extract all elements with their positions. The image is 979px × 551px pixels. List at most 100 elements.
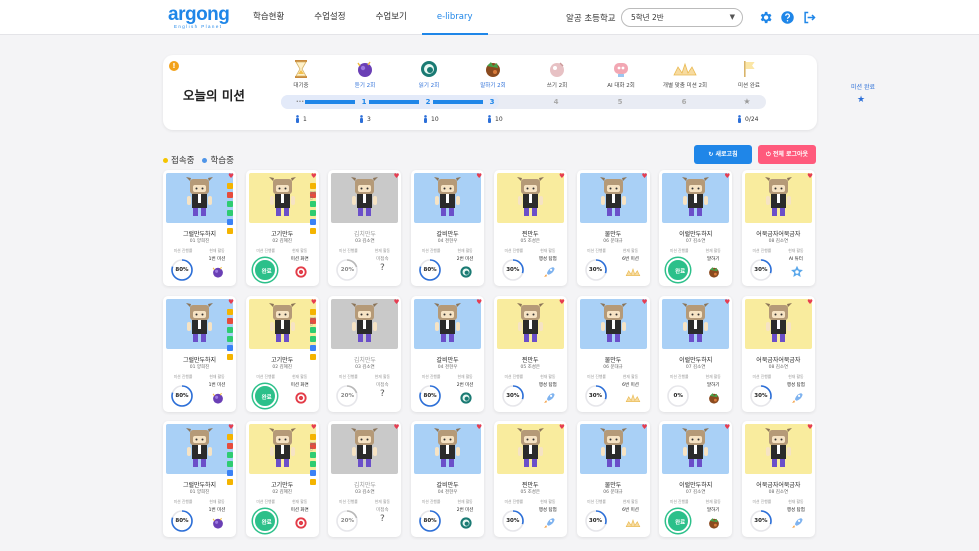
stage-count-value: 1 (303, 115, 307, 123)
student-number-name: 07 김소연 (685, 364, 706, 370)
student-card[interactable]: ♥ 김치만두 03 김소연 미션 진행률 현재 활동 20% 미접속? (328, 170, 402, 286)
student-card[interactable]: ♥ 어묵금자어묵금자 08 김소연 미션 진행률 현재 활동 30% AI 튜터 (741, 170, 815, 286)
reading-planet-icon (459, 390, 473, 404)
current-activity: 행성 탐험 (538, 257, 557, 262)
current-activity-label: 현재 활동 (374, 499, 390, 504)
student-nickname: 고기만두 (271, 231, 294, 238)
class-select[interactable]: 5학년 2반 ▼ (621, 8, 743, 27)
heart-icon[interactable]: ♥ (311, 173, 317, 180)
nav-class-view[interactable]: 수업보기 (361, 0, 422, 35)
heart-icon[interactable]: ♥ (394, 424, 400, 431)
progress-percent: 20% (340, 267, 354, 273)
heart-icon[interactable]: ♥ (394, 173, 400, 180)
heart-icon[interactable]: ♥ (724, 298, 730, 305)
student-character-icon (764, 177, 792, 216)
student-card[interactable]: ♥ 어묵금자어묵금자 08 김소연 미션 진행률 현재 활동 30% 행성 탐험 (741, 295, 815, 412)
student-card[interactable]: ♥ 물만두 06 문대규 미션 진행률 현재 활동 30% 6번 미션 (576, 295, 650, 412)
student-character-icon (599, 177, 627, 216)
student-card[interactable]: ♥ 우리반 고기만두 02 김혜진 미션 진행률 현재 활동 완료 미션 화면 (245, 295, 319, 412)
current-activity-label: 현재 활동 (622, 499, 639, 504)
status-legend: 접속중 학습중 (163, 154, 242, 166)
heart-icon[interactable]: ♥ (807, 298, 813, 305)
heart-icon[interactable]: ♥ (228, 173, 234, 180)
current-activity: 행성 탐험 (786, 508, 805, 513)
student-card[interactable]: ♥ 김치만두 03 김소연 미션 진행률 현재 활동 20% 미접속? (328, 421, 402, 537)
mission-complete-badge: 완료 (261, 269, 272, 275)
student-card[interactable]: ♥ 이럴만두하지 07 김소연 미션 진행률 현재 활동 완료 말하기 (659, 421, 733, 537)
refresh-button[interactable]: ↻ 새로고침 (694, 145, 752, 164)
student-card[interactable]: ♥ 물만두 06 문대규 미션 진행률 현재 활동 30% 6번 미션 (576, 421, 650, 537)
progress-label: 미션 진행률 (339, 499, 358, 504)
heart-icon[interactable]: ♥ (476, 298, 482, 305)
heart-icon[interactable]: ♥ (559, 298, 565, 305)
heart-icon[interactable]: ♥ (724, 173, 730, 180)
heart-icon[interactable]: ♥ (807, 173, 813, 180)
current-activity-label: 현재 활동 (705, 373, 721, 379)
heart-icon[interactable]: ♥ (476, 173, 482, 180)
student-card[interactable]: ♥ 물만두 06 문대규 미션 진행률 현재 활동 30% 6번 미션 (576, 170, 650, 286)
heart-icon[interactable]: ♥ (228, 424, 234, 431)
current-activity-label: 현재 활동 (374, 373, 390, 379)
heart-icon[interactable]: ♥ (642, 298, 648, 305)
current-activity: 6번 미션 (622, 508, 639, 513)
stage-label: AI 대화 2회 (607, 83, 635, 89)
legend-studying: 학습중 (202, 154, 234, 166)
nav-e-library[interactable]: e-library (421, 0, 488, 35)
student-card[interactable]: ♥ 그럴만두하지 01 양희진 미션 진행률 현재 활동 80% 1번 미션 (163, 295, 236, 412)
current-activity-label: 현재 활동 (540, 499, 556, 504)
heart-icon[interactable]: ♥ (476, 424, 482, 431)
student-card[interactable]: ♥ 어묵금자어묵금자 08 김소연 미션 진행률 현재 활동 30% 행성 탐험 (741, 421, 815, 537)
current-activity-label: 현재 활동 (622, 248, 639, 253)
student-card[interactable]: ♥ 갈비만두 04 천현우 미션 진행률 현재 활동 80% 2번 미션 (411, 295, 485, 412)
student-card[interactable]: ♥ 갈비만두 04 천현우 미션 진행률 현재 활동 80% 2번 미션 (411, 421, 485, 537)
student-card[interactable]: ♥ 이럴만두하지 07 김소연 미션 진행률 현재 활동 완료 말하기 (659, 170, 733, 286)
heart-icon[interactable]: ♥ (228, 298, 234, 305)
student-avatar (662, 298, 730, 349)
badge-icon (227, 470, 233, 476)
heart-icon[interactable]: ♥ (394, 298, 400, 305)
current-activity: 미접속 (376, 257, 389, 262)
logout-all-button[interactable]: ⏻ 전체 로그아웃 (758, 145, 816, 164)
stage-label: 듣기 2회 (354, 83, 376, 89)
student-card[interactable]: ♥ 우리반 고기만두 02 김혜진 미션 진행률 현재 활동 완료 미션 화면 (245, 170, 319, 286)
heart-icon[interactable]: ♥ (311, 424, 317, 431)
student-card[interactable]: ♥ 찐만두 05 조성은 미션 진행률 현재 활동 30% 행성 탐험 (493, 421, 567, 537)
help-icon[interactable] (780, 10, 795, 25)
progress-segment (433, 100, 483, 104)
current-activity-label: 현재 활동 (209, 248, 225, 253)
current-activity: 말하기 (706, 382, 720, 388)
argong-logo[interactable]: argong English Planet (168, 5, 230, 29)
student-card[interactable]: ♥ 이럴만두하지 07 김소연 미션 진행률 현재 활동 0% 말하기 (659, 295, 733, 412)
heart-icon[interactable]: ♥ (642, 173, 648, 180)
ranking-label: 우리반 (309, 191, 317, 200)
gear-icon[interactable] (758, 10, 773, 25)
heart-icon[interactable]: ♥ (724, 424, 730, 431)
nav-learning-status[interactable]: 학습현황 (238, 0, 299, 35)
heart-icon[interactable]: ♥ (559, 173, 565, 180)
logout-icon[interactable] (802, 10, 817, 25)
stage-complete: 미션 완료 (719, 59, 779, 89)
nav-class-settings[interactable]: 수업설정 (299, 0, 360, 35)
stage-count: 3 (359, 115, 371, 123)
heart-icon[interactable]: ♥ (559, 424, 565, 431)
mission-complete-star-icon[interactable]: ★ (857, 95, 865, 105)
heart-icon[interactable]: ♥ (807, 424, 813, 431)
mission-progress-ring: 30% (501, 384, 525, 408)
student-card[interactable]: ♥ 그럴만두하지 01 양희진 미션 진행률 현재 활동 80% 1번 미션 (163, 170, 236, 286)
progress-label: 미션 진행률 (339, 373, 358, 379)
current-activity: 2번 미션 (456, 382, 474, 388)
student-card[interactable]: ♥ 찐만두 05 조성은 미션 진행률 현재 활동 30% 행성 탐험 (493, 295, 567, 412)
student-card[interactable]: ♥ 우리반 고기만두 02 김혜진 미션 진행률 현재 활동 완료 미션 화면 (245, 421, 319, 537)
heart-icon[interactable]: ♥ (642, 424, 648, 431)
mission-alert-icon[interactable]: ! (169, 61, 179, 71)
student-card[interactable]: ♥ 그럴만두하지 01 양희진 미션 진행률 현재 활동 80% 1번 미션 (163, 421, 236, 537)
student-card[interactable]: ♥ 갈비만두 04 천현우 미션 진행률 현재 활동 80% 2번 미션 (411, 170, 485, 286)
stage-label: 개별 맞춤 미션 2회 (662, 83, 708, 89)
student-card[interactable]: ♥ 찐만두 05 조성은 미션 진행률 현재 활동 30% 행성 탐험 (493, 170, 567, 286)
progress-label: 미션 진행률 (587, 499, 606, 504)
student-avatar (166, 424, 233, 474)
student-card[interactable]: ♥ 김치만두 03 김소연 미션 진행률 현재 활동 20% 미접속? (328, 295, 402, 412)
heart-icon[interactable]: ♥ (311, 298, 317, 305)
mission-progress-ring: 완료 (252, 258, 277, 282)
student-nickname: 이럴만두하지 (679, 482, 713, 489)
